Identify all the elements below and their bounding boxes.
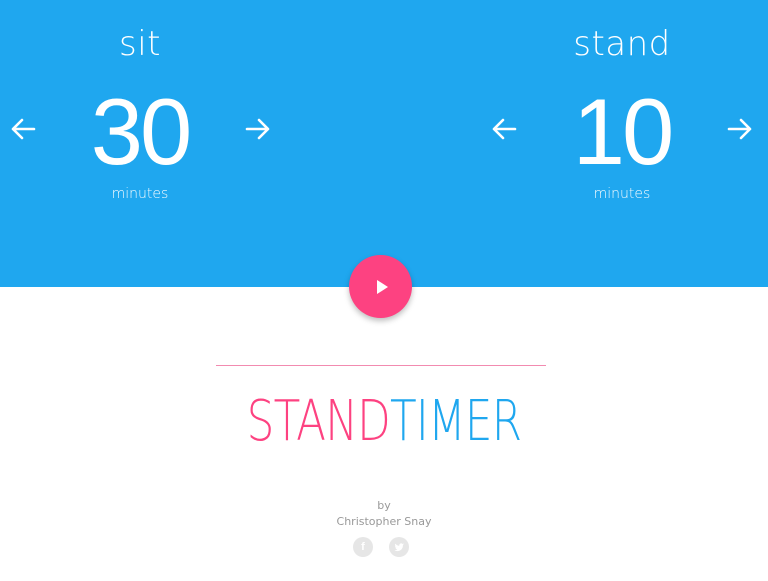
- arrow-left-icon: [492, 118, 517, 140]
- credit-by: by: [377, 499, 391, 512]
- stand-increase-button[interactable]: [723, 112, 757, 146]
- divider: [216, 365, 546, 366]
- twitter-button[interactable]: [389, 537, 409, 557]
- app-logo: STANDTIMER: [84, 382, 683, 462]
- timer-panel: sit 30 minutes stand 10 minutes: [0, 0, 768, 287]
- sit-decrease-button[interactable]: [6, 112, 40, 146]
- facebook-icon: f: [361, 541, 365, 553]
- arrow-left-icon: [11, 118, 36, 140]
- sit-unit-label: minutes: [111, 186, 169, 202]
- stand-timer: stand 10 minutes: [497, 0, 747, 287]
- logo-part-timer: TIMER: [389, 389, 522, 454]
- author-name: Christopher Snay: [336, 515, 432, 528]
- sit-minutes-value: 30: [90, 79, 193, 184]
- twitter-icon: [393, 542, 404, 551]
- sit-timer: sit 30 minutes: [15, 0, 265, 287]
- stand-label: stand: [573, 24, 671, 64]
- sit-label: sit: [119, 24, 161, 64]
- sit-increase-button[interactable]: [241, 112, 275, 146]
- stand-unit-label: minutes: [593, 186, 651, 202]
- play-icon: [377, 279, 388, 294]
- arrow-right-icon: [727, 118, 752, 140]
- stand-decrease-button[interactable]: [487, 112, 521, 146]
- arrow-right-icon: [245, 118, 270, 140]
- logo-part-stand: STAND: [246, 389, 391, 454]
- play-button[interactable]: [349, 255, 412, 318]
- stand-minutes-value: 10: [572, 79, 675, 184]
- facebook-button[interactable]: f: [353, 537, 373, 557]
